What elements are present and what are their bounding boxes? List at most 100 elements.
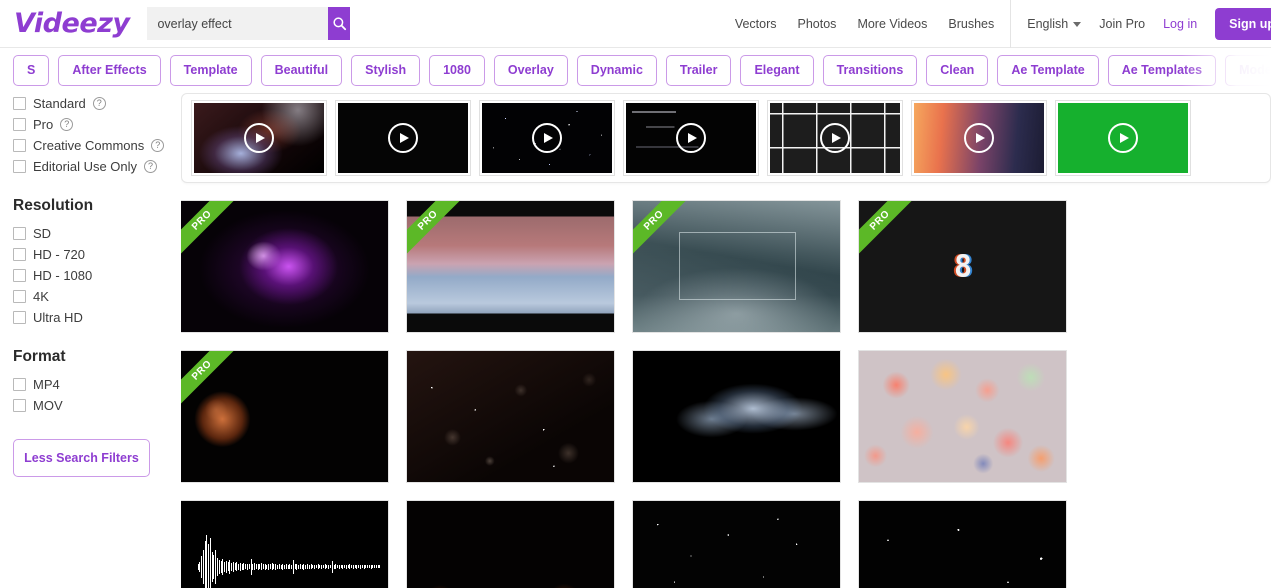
tag-chip[interactable]: Ae Templates [1108, 55, 1216, 86]
thumbnail-art [859, 351, 1066, 482]
license-filter-row[interactable]: Pro? [13, 114, 181, 135]
help-icon[interactable]: ? [93, 97, 106, 110]
license-filter-label: Pro [33, 117, 53, 132]
glitch-number-video[interactable]: PRO [859, 201, 1066, 332]
tag-chip[interactable]: Dynamic [577, 55, 657, 86]
tag-chip[interactable]: Template [170, 55, 252, 86]
search-button[interactable] [328, 7, 350, 40]
play-icon[interactable] [676, 123, 706, 153]
play-icon[interactable] [1108, 123, 1138, 153]
checkbox[interactable] [13, 311, 26, 324]
tag-chip[interactable]: Elegant [740, 55, 813, 86]
dark-clip[interactable] [336, 101, 470, 175]
dark-bokeh-video[interactable] [407, 351, 614, 482]
help-icon[interactable]: ? [144, 160, 157, 173]
resolution-filter-row[interactable]: Ultra HD [13, 307, 181, 328]
header-nav: Vectors Photos More Videos Brushes Engli… [735, 0, 1271, 48]
help-icon[interactable]: ? [60, 118, 73, 131]
results-area: PROPROPROPROPRO [181, 93, 1271, 588]
tag-chip[interactable]: S [13, 55, 49, 86]
checkbox[interactable] [13, 97, 26, 110]
license-filter-label: Standard [33, 96, 86, 111]
play-icon[interactable] [964, 123, 994, 153]
resolution-filter-label: Ultra HD [33, 310, 83, 325]
light-flare-clip[interactable] [192, 101, 326, 175]
tag-chip[interactable]: 1080 [429, 55, 485, 86]
nav-item-brushes[interactable]: Brushes [948, 17, 994, 31]
filter-sidebar: Standard?Pro?Creative Commons?Editorial … [0, 93, 181, 588]
purple-lightning-video[interactable]: PRO [181, 201, 388, 332]
gradient-clip[interactable] [912, 101, 1046, 175]
fire-flames-video[interactable] [407, 501, 614, 588]
tag-chip[interactable]: Transitions [823, 55, 918, 86]
thumbnail-art [181, 201, 388, 332]
resolution-filter-row[interactable]: SD [13, 223, 181, 244]
orange-orb-video[interactable]: PRO [181, 351, 388, 482]
search-input[interactable] [147, 7, 328, 40]
resolution-section-title: Resolution [13, 197, 181, 215]
nav-item-more-videos[interactable]: More Videos [857, 17, 927, 31]
forest-conactor-video[interactable]: PRO [633, 201, 840, 332]
tag-chip[interactable]: Modern [1225, 55, 1271, 86]
tag-chip[interactable]: Beautiful [261, 55, 342, 86]
checkbox[interactable] [13, 160, 26, 173]
play-icon[interactable] [244, 123, 274, 153]
star-particles-clip[interactable] [480, 101, 614, 175]
audio-waveform-video[interactable] [181, 501, 388, 588]
primary-nav: Vectors Photos More Videos Brushes [735, 0, 1011, 48]
nav-item-vectors[interactable]: Vectors [735, 17, 777, 31]
city-glitch-video[interactable]: PRO [407, 201, 614, 332]
resolution-filter-row[interactable]: 4K [13, 286, 181, 307]
thumbnail-art [859, 501, 1066, 588]
play-icon[interactable] [820, 123, 850, 153]
snow-particles-video[interactable] [633, 501, 840, 588]
license-filter-row[interactable]: Editorial Use Only? [13, 156, 181, 177]
license-filter-row[interactable]: Creative Commons? [13, 135, 181, 156]
resolution-filter-label: 4K [33, 289, 49, 304]
checkbox[interactable] [13, 139, 26, 152]
checkbox[interactable] [13, 118, 26, 131]
tag-chip[interactable]: After Effects [58, 55, 160, 86]
blue-smoke-video[interactable] [633, 351, 840, 482]
checkbox[interactable] [13, 227, 26, 240]
plus-marks-clip[interactable] [768, 101, 902, 175]
checkbox[interactable] [13, 290, 26, 303]
tag-chip[interactable]: Trailer [666, 55, 732, 86]
thumbnail-art [181, 501, 388, 588]
videezy-logo[interactable]: Videezy [14, 10, 129, 37]
nav-item-photos[interactable]: Photos [798, 17, 837, 31]
checkbox[interactable] [13, 269, 26, 282]
green-screen-clip[interactable] [1056, 101, 1190, 175]
waveform-bars [198, 535, 380, 588]
join-pro-link[interactable]: Join Pro [1099, 17, 1145, 31]
help-icon[interactable]: ? [151, 139, 164, 152]
language-selector[interactable]: English [1027, 17, 1081, 31]
toggle-search-filters-button[interactable]: Less Search Filters [13, 439, 150, 477]
colorful-bokeh-video[interactable] [859, 351, 1066, 482]
featured-carousel[interactable] [181, 93, 1271, 183]
resolution-filter-row[interactable]: HD - 1080 [13, 265, 181, 286]
format-filter-row[interactable]: MOV [13, 395, 181, 416]
checkbox[interactable] [13, 248, 26, 261]
sign-up-button[interactable]: Sign up [1215, 8, 1271, 40]
format-filter-label: MOV [33, 398, 63, 413]
thumbnail-art [633, 351, 840, 482]
resolution-filter-row[interactable]: HD - 720 [13, 244, 181, 265]
format-filter-row[interactable]: MP4 [13, 374, 181, 395]
video-results-grid: PROPROPROPROPRO [181, 201, 1271, 588]
glitch-text-clip[interactable] [624, 101, 758, 175]
license-filter-row[interactable]: Standard? [13, 93, 181, 114]
format-filter-label: MP4 [33, 377, 60, 392]
tag-chip[interactable]: Stylish [351, 55, 420, 86]
tag-chip[interactable]: Overlay [494, 55, 568, 86]
language-label: English [1027, 17, 1068, 31]
play-icon[interactable] [532, 123, 562, 153]
checkbox[interactable] [13, 378, 26, 391]
tag-chip[interactable]: Ae Template [997, 55, 1098, 86]
sparse-particles-video[interactable] [859, 501, 1066, 588]
tag-filter-bar: S After Effects Template Beautiful Stylish 10… [0, 48, 1271, 93]
log-in-link[interactable]: Log in [1163, 17, 1197, 31]
tag-chip[interactable]: Clean [926, 55, 988, 86]
play-icon[interactable] [388, 123, 418, 153]
checkbox[interactable] [13, 399, 26, 412]
